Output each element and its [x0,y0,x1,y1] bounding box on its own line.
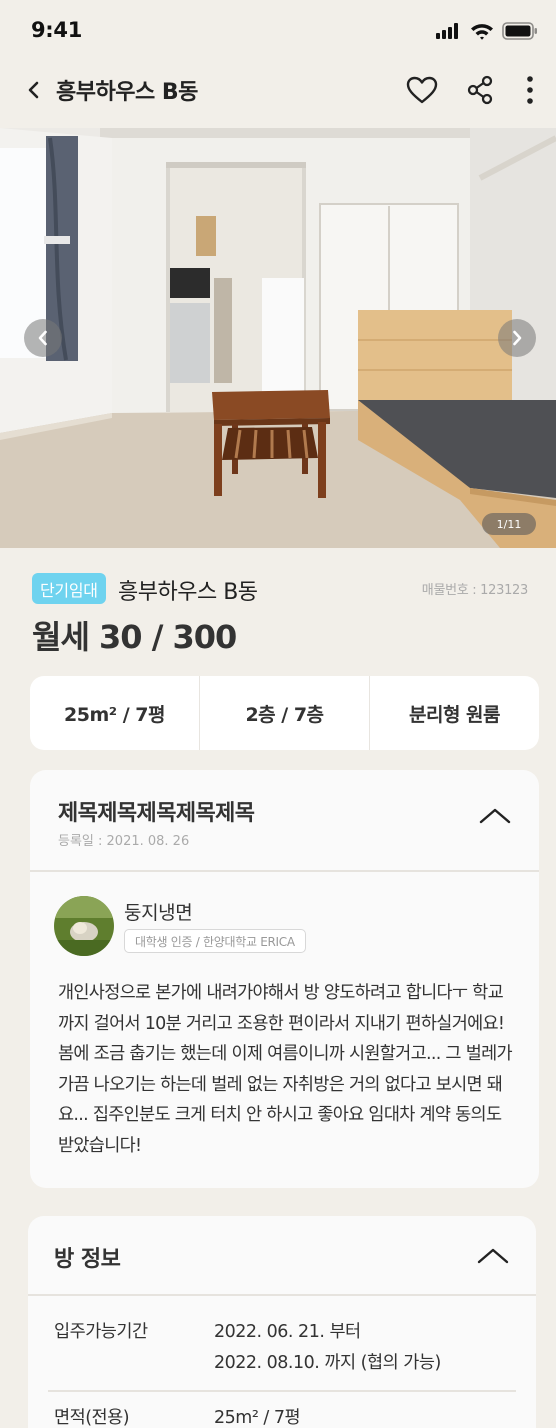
room-info-card: 방 정보 입주가능기간 2022. 06. 21. 부터 2022. 08.10… [28,1216,536,1428]
app-bar: 흥부하우스 B동 [0,62,556,128]
chevron-up-icon [477,1248,509,1264]
info-label: 입주가능기간 [54,1322,148,1342]
status-icons [436,22,538,40]
room-photo [0,128,556,548]
author-name: 둥지냉면 [124,902,193,924]
info-value: 2022. 06. 21. 부터 2022. 08.10. 까지 (협의 가능) [214,1317,441,1379]
avatar-image [54,896,114,956]
heart-icon [406,76,438,104]
gallery-counter: 1/11 [482,513,536,535]
info-row-move-in: 입주가능기간 2022. 06. 21. 부터 2022. 08.10. 까지 … [54,1317,514,1379]
share-button[interactable] [460,70,500,110]
battery-icon [502,22,537,40]
info-row-area: 면적(전용) 25m² / 7평 [54,1403,514,1428]
more-icon [527,76,533,104]
share-icon [467,75,493,105]
room-photo-gallery[interactable]: 1/11 [0,128,556,548]
favorite-button[interactable] [402,70,442,110]
post-title: 제목제목제목제목제목 [58,801,255,826]
divider [48,1390,516,1392]
listing-number: 매물번호 : 123123 [421,583,529,598]
post-date: 등록일 : 2021. 08. 26 [58,834,190,849]
back-button[interactable] [20,76,48,104]
post-body: 개인사정으로 본가에 내려가야해서 방 양도하려고 합니다ㅜ 학교까지 걸어서 … [58,983,513,1156]
status-bar: 9:41 [0,0,556,62]
spec-floor: 2층 / 7층 [199,676,369,750]
page-title: 흥부하우스 B동 [56,80,198,105]
room-info-collapse-button[interactable] [476,1246,510,1270]
spec-area: 25m² / 7평 [64,703,165,726]
spec-room-type: 분리형 원룸 [369,676,539,750]
post-collapse-button[interactable] [478,806,512,830]
info-value: 25m² / 7평 [214,1408,301,1428]
room-info-title: 방 정보 [54,1247,121,1272]
verification-badge: 대학생 인증 / 한양대학교 ERICA [124,929,306,953]
back-icon [28,81,39,99]
status-time: 9:41 [31,18,83,42]
more-button[interactable] [518,70,542,110]
gallery-next-button[interactable] [498,319,536,357]
wifi-icon [471,23,493,40]
info-value-line: 2022. 08.10. 까지 (협의 가능) [214,1353,441,1373]
divider [30,870,539,872]
rental-type-tag: 단기임대 [32,573,106,604]
signal-icon [436,23,458,39]
listing-title: 흥부하우스 B동 [118,580,258,605]
header-actions [402,70,542,110]
listing-price: 월세 30 / 300 [32,618,237,656]
info-value-line: 2022. 06. 21. 부터 [214,1322,361,1342]
spec-summary: 25m² / 7평 2층 / 7층 분리형 원룸 [30,676,539,750]
info-label: 면적(전용) [54,1408,130,1428]
chevron-left-icon [38,330,47,346]
post-card: 제목제목제목제목제목 등록일 : 2021. 08. 26 둥지냉면 대학생 인… [30,770,539,1188]
avatar[interactable] [54,896,114,956]
gallery-prev-button[interactable] [24,319,62,357]
chevron-up-icon [479,808,511,824]
divider [28,1294,536,1296]
chevron-right-icon [513,330,522,346]
